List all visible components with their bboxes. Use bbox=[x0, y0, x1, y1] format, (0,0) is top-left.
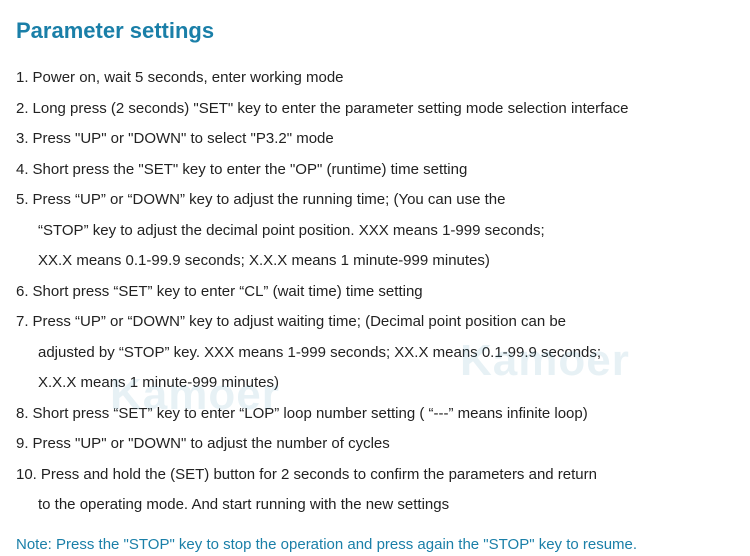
instruction-step: 5.Press “UP” or “DOWN” key to adjust the… bbox=[16, 186, 734, 215]
step-text: Power on, wait 5 seconds, enter working … bbox=[33, 64, 734, 93]
instruction-step: 2.Long press (2 seconds) "SET" key to en… bbox=[16, 95, 734, 124]
step-number: 9. bbox=[16, 430, 29, 459]
step-text-continuation: XX.X means 0.1-99.9 seconds; X.X.X means… bbox=[16, 247, 734, 276]
instruction-list: 1.Power on, wait 5 seconds, enter workin… bbox=[16, 64, 734, 520]
step-text: Press “UP” or “DOWN” key to adjust waiti… bbox=[33, 308, 734, 337]
step-number: 7. bbox=[16, 308, 29, 337]
step-text-continuation: X.X.X means 1 minute-999 minutes) bbox=[16, 369, 734, 398]
note-text: Note: Press the "STOP" key to stop the o… bbox=[16, 534, 734, 556]
instruction-step: 9.Press "UP" or "DOWN" to adjust the num… bbox=[16, 430, 734, 459]
step-number: 10. bbox=[16, 461, 37, 490]
step-number: 8. bbox=[16, 400, 29, 429]
step-text: Short press “SET” key to enter “CL” (wai… bbox=[33, 278, 734, 307]
instruction-step: 8.Short press “SET” key to enter “LOP” l… bbox=[16, 400, 734, 429]
instruction-step: 6.Short press “SET” key to enter “CL” (w… bbox=[16, 278, 734, 307]
step-text-continuation: adjusted by “STOP” key. XXX means 1-999 … bbox=[16, 339, 734, 368]
instruction-step: 10.Press and hold the (SET) button for 2… bbox=[16, 461, 734, 490]
step-number: 1. bbox=[16, 64, 29, 93]
step-text: Press "UP" or "DOWN" to select "P3.2" mo… bbox=[33, 125, 734, 154]
step-text-continuation: to the operating mode. And start running… bbox=[16, 491, 734, 520]
step-text: Press "UP" or "DOWN" to adjust the numbe… bbox=[33, 430, 734, 459]
step-text: Short press “SET” key to enter “LOP” loo… bbox=[33, 400, 734, 429]
instruction-step: 3.Press "UP" or "DOWN" to select "P3.2" … bbox=[16, 125, 734, 154]
page-title: Parameter settings bbox=[16, 18, 734, 44]
step-number: 2. bbox=[16, 95, 29, 124]
step-text: Short press the "SET" key to enter the "… bbox=[33, 156, 734, 185]
step-text: Long press (2 seconds) "SET" key to ente… bbox=[33, 95, 734, 124]
step-number: 6. bbox=[16, 278, 29, 307]
step-number: 4. bbox=[16, 156, 29, 185]
step-number: 5. bbox=[16, 186, 29, 215]
step-text: Press “UP” or “DOWN” key to adjust the r… bbox=[33, 186, 734, 215]
step-number: 3. bbox=[16, 125, 29, 154]
instruction-step: 4.Short press the "SET" key to enter the… bbox=[16, 156, 734, 185]
step-text: Press and hold the (SET) button for 2 se… bbox=[41, 461, 734, 490]
step-text-continuation: “STOP” key to adjust the decimal point p… bbox=[16, 217, 734, 246]
instruction-step: 1.Power on, wait 5 seconds, enter workin… bbox=[16, 64, 734, 93]
instruction-step: 7.Press “UP” or “DOWN” key to adjust wai… bbox=[16, 308, 734, 337]
